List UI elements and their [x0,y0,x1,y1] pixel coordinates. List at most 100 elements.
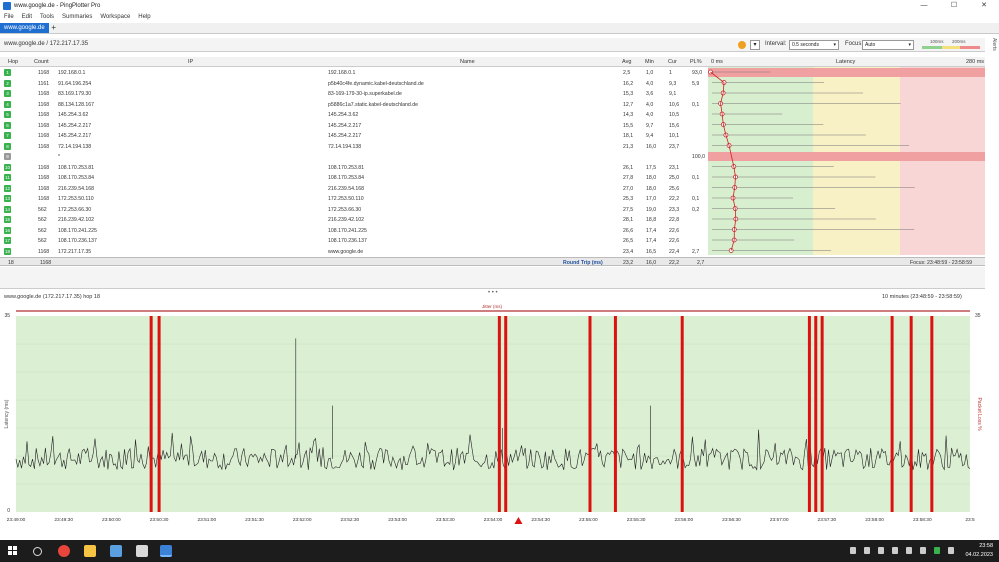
hop-number-badge: 16 [4,226,11,234]
col-hop[interactable]: Hop [8,59,18,65]
clock-date[interactable]: 04.02.2023 [965,552,993,558]
cell-cur: 1 [669,70,672,76]
latency-legend: 100ms 200ms [922,39,982,51]
menu-file[interactable]: File [4,14,14,20]
tray-icon-3[interactable] [878,547,884,554]
col-name[interactable]: Name [460,59,475,65]
col-count[interactable]: Count [34,59,49,65]
table-row[interactable]: 11 1168 108.170.253.84 108.170.253.84 27,8 18… [0,173,710,183]
table-row[interactable]: 16 562 108.170.241.225 108.170.241.225 26,6 1… [0,226,710,236]
cell-cur: 10,6 [669,101,680,108]
pingplotter-taskbar-icon[interactable] [160,545,172,557]
close-button[interactable]: ✕ [969,0,999,12]
hop-number-badge: 6 [4,121,11,129]
col-ip[interactable]: IP [188,59,193,65]
table-row[interactable]: 4 1168 88.134.128.167 p5886c1a7.static.kabe… [0,100,710,110]
tray-icon-4[interactable] [892,547,898,554]
pause-icon[interactable] [738,41,746,49]
cell-cur: 22,4 [669,248,680,255]
col-min[interactable]: Min [645,59,654,65]
wifi-icon[interactable] [948,547,954,554]
chevron-down-icon[interactable]: ▾ [750,40,760,50]
cell-name: 216.239.42.102 [328,217,365,223]
cell-count: 1168 [38,164,50,171]
col-avg[interactable]: Avg [622,59,631,65]
tray-icon-1[interactable] [850,547,856,554]
folder-icon[interactable] [84,545,96,557]
table-row[interactable]: 9 * 100,0 [0,152,710,162]
cell-count: 1168 [38,91,50,97]
table-row[interactable]: 17 562 108.170.236.137 108.170.236.137 26,5 1… [0,236,710,246]
cell-pl: 0,1 [692,196,700,202]
interval-select[interactable]: 0.5 seconds ▾ [789,40,839,50]
table-row[interactable]: 1 1168 192.168.0.1 192.168.0.1 2,5 1,0 1 93,0 [0,68,710,78]
tray-icon-5[interactable] [906,547,912,554]
clock-time[interactable]: 23:58 [979,543,993,549]
tab-bar: www.google.de + [0,23,999,34]
x-tick-label: 23:56:00 [674,517,693,523]
table-row[interactable]: 13 1168 172.253.50.110 172.253.50.110 25,3 17… [0,194,710,204]
tab-target[interactable]: www.google.de [0,23,49,33]
tray-icon-2[interactable] [864,547,870,554]
windows-start-icon[interactable] [8,546,18,556]
chrome-icon[interactable] [58,545,70,557]
window-title: www.google.de - PingPlotter Pro [14,3,101,9]
x-tick-label: 23:55:30 [627,517,646,523]
table-row[interactable]: 7 1168 145.254.2.217 145.254.2.217 18,1 9,4 10… [0,131,710,141]
search-icon[interactable] [33,547,42,556]
menu-workspace[interactable]: Workspace [100,14,130,20]
table-row[interactable]: 15 562 216.239.42.102 216.239.42.102 28,1 18,… [0,215,710,225]
cell-min: 4,0 [646,112,654,118]
cell-ip: 108.170.253.81 [58,164,95,171]
app-icon-1[interactable] [110,545,122,557]
maximize-button[interactable]: ☐ [939,0,969,12]
cell-ip: 72.14.194.138 [58,143,92,150]
table-row[interactable]: 10 1168 108.170.253.81 108.170.253.81 26,1 17… [0,163,710,173]
cell-cur: 22,8 [669,217,680,223]
minimize-button[interactable]: — [909,0,939,12]
focus-label: Focus: [845,41,864,47]
alerts-tab[interactable]: Alerts [987,38,997,78]
table-row[interactable]: 18 1168 172.217.17.35 www.google.de 23,4 16,5… [0,247,710,257]
packet-loss-bar [157,316,161,512]
x-tick-label: 23:5 [965,517,975,523]
col-cur[interactable]: Cur [668,59,677,65]
table-row[interactable]: 14 562 172.253.66.30 172.253.66.30 27,5 19,0 2… [0,205,710,215]
x-tick-label: 23:53:00 [388,517,407,523]
cell-cur: 25,6 [669,185,680,192]
cell-name: 83-169-179-30-ip.superkabel.de [328,91,402,97]
col-pl[interactable]: PL% [690,59,702,65]
table-row[interactable]: 3 1168 83.169.179.30 83-169-179-30-ip.super… [0,89,710,99]
cell-avg: 12,7 [623,101,634,108]
table-row[interactable]: 5 1168 145.254.3.62 145.254.3.62 14,3 4,0 10,5 [0,110,710,120]
cell-min: 9,4 [646,133,654,139]
timeline-chart[interactable]: Jitter (ms) 35 0 35 Latency (ms) Packet Loss … [0,302,985,527]
table-row[interactable]: 12 1168 216.239.54.168 216.239.54.168 27,0 18… [0,184,710,194]
packet-loss-bar [613,316,617,512]
cell-min: 18,0 [646,185,657,192]
cell-count: 562 [38,227,47,234]
cell-min: 1,0 [646,70,654,76]
add-tab-button[interactable]: + [49,23,59,33]
menu-summaries[interactable]: Summaries [62,14,92,20]
packet-loss-bar [588,316,592,512]
grid-empty-area [0,267,985,289]
table-row[interactable]: 2 1161 91.64.196.254 p5b40c4fe.dynamic.kabe… [0,79,710,89]
x-tick-label: 23:58:30 [913,517,932,523]
focus-select[interactable]: Auto ▾ [862,40,914,50]
menu-edit[interactable]: Edit [22,14,32,20]
menu-help[interactable]: Help [138,14,150,20]
hop-number-badge: 14 [4,205,11,213]
tray-icon-6[interactable] [920,547,926,554]
target-address: www.google.de / 172.217.17.35 [4,41,89,47]
cell-count: 1168 [38,70,50,76]
table-row[interactable]: 8 1168 72.14.194.138 72.14.194.138 21,3 16,0 2… [0,142,710,152]
summary-pl: 2,7 [697,260,705,266]
cell-name: 108.170.236.137 [328,238,367,244]
tray-icon-7[interactable] [934,547,940,554]
col-latency[interactable]: Latency [836,59,855,65]
table-row[interactable]: 6 1168 145.254.2.217 145.254.2.217 15,5 9,7 15… [0,121,710,131]
title-bar: www.google.de - PingPlotter Pro — ☐ ✕ [0,0,999,12]
menu-tools[interactable]: Tools [40,14,54,20]
app-icon-2[interactable] [136,545,148,557]
